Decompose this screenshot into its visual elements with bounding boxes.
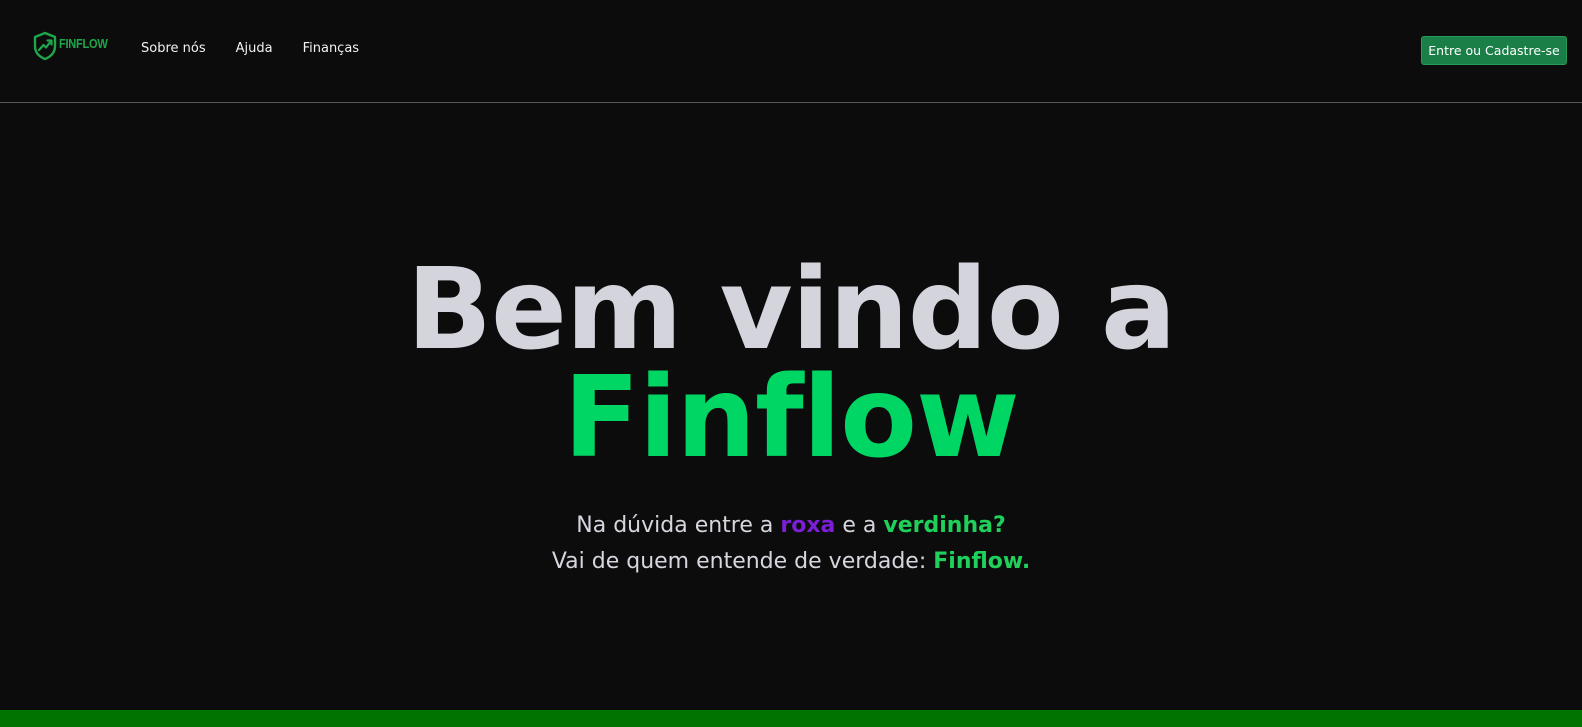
hero-title-brand: Finflow bbox=[563, 353, 1019, 483]
hero-title: Bem vindo a Finflow bbox=[0, 245, 1582, 483]
subtitle-line1: Na dúvida entre a roxa e a verdinha? bbox=[0, 508, 1582, 544]
roxa-highlight: roxa bbox=[780, 513, 836, 538]
shield-chart-icon bbox=[33, 31, 57, 61]
subtitle-text: Vai de quem entende de verdade: bbox=[551, 549, 934, 574]
footer-bar bbox=[0, 710, 1582, 727]
finflow-highlight: Finflow. bbox=[933, 549, 1031, 574]
subtitle-text: Na dúvida entre a bbox=[576, 513, 781, 538]
brand-name: FINFLOW bbox=[59, 35, 108, 51]
verdinha-highlight: verdinha? bbox=[883, 513, 1006, 538]
top-header: FINFLOW Sobre nós Ajuda Finanças Entre o… bbox=[0, 0, 1582, 103]
nav-item-sobre-nos[interactable]: Sobre nós bbox=[141, 41, 206, 56]
subtitle-line2: Vai de quem entende de verdade: Finflow. bbox=[0, 544, 1582, 580]
hero-subtitle: Na dúvida entre a roxa e a verdinha? Vai… bbox=[0, 508, 1582, 580]
brand-logo[interactable]: FINFLOW bbox=[33, 31, 116, 61]
main-nav: Sobre nós Ajuda Finanças bbox=[141, 41, 389, 56]
hero-title-line1: Bem vindo a bbox=[406, 245, 1177, 375]
subtitle-text: e a bbox=[835, 513, 884, 538]
login-signup-button[interactable]: Entre ou Cadastre-se bbox=[1421, 36, 1567, 65]
nav-item-financas[interactable]: Finanças bbox=[303, 41, 359, 56]
nav-item-ajuda[interactable]: Ajuda bbox=[236, 41, 273, 56]
